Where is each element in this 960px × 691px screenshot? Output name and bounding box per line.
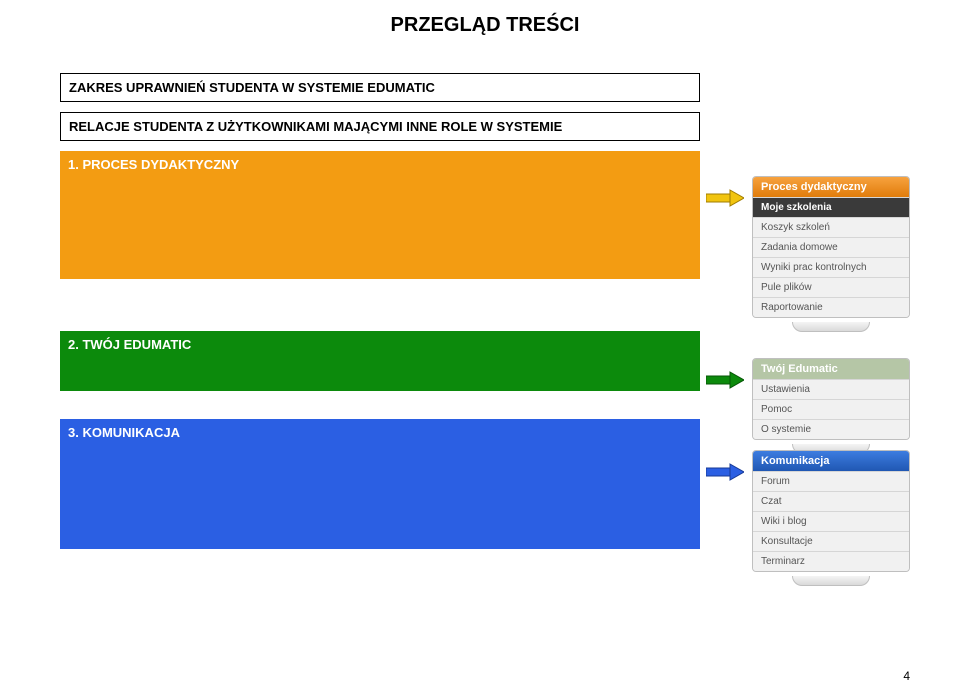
section-3-komunikacja: 3. KOMUNIKACJA [60,419,700,549]
menu-item[interactable]: Moje szkolenia [753,197,909,217]
menu-item[interactable]: Koszyk szkoleń [753,217,909,237]
arrow-to-proces [706,188,744,208]
left-column: ZAKRES UPRAWNIEŃ STUDENTA W SYSTEMIE EDU… [60,73,700,549]
sidebar-panel-proces: Proces dydaktyczny Moje szkolenia Koszyk… [752,176,910,336]
outline-box-2: RELACJE STUDENTA Z UŻYTKOWNIKAMI MAJĄCYM… [60,112,700,141]
panel-header-proces[interactable]: Proces dydaktyczny [753,177,909,197]
menu-item[interactable]: Zadania domowe [753,237,909,257]
menu-item[interactable]: Forum [753,471,909,491]
menu-item[interactable]: Pomoc [753,399,909,419]
sidebar-panel-twoj: Twój Edumatic Ustawienia Pomoc O systemi… [752,358,910,458]
menu-item[interactable]: Wyniki prac kontrolnych [753,257,909,277]
panel-header-twoj[interactable]: Twój Edumatic [753,359,909,379]
page: PRZEGLĄD TREŚCI ZAKRES UPRAWNIEŃ STUDENT… [0,0,960,691]
sidebar-panel-komunikacja: Komunikacja Forum Czat Wiki i blog Konsu… [752,450,910,590]
arrow-to-komunikacja [706,462,744,482]
page-title: PRZEGLĄD TREŚCI [60,14,910,37]
outline-box-1: ZAKRES UPRAWNIEŃ STUDENTA W SYSTEMIE EDU… [60,73,700,102]
panel-handle [792,576,870,586]
menu-item[interactable]: O systemie [753,419,909,439]
panel-handle [792,322,870,332]
menu-item[interactable]: Wiki i blog [753,511,909,531]
menu-item[interactable]: Raportowanie [753,297,909,317]
menu-item[interactable]: Terminarz [753,551,909,571]
page-number: 4 [903,669,910,683]
menu-item[interactable]: Czat [753,491,909,511]
panel-header-komunikacja[interactable]: Komunikacja [753,451,909,471]
menu-item[interactable]: Pule plików [753,277,909,297]
section-1-proces: 1. PROCES DYDAKTYCZNY [60,151,700,279]
menu-item[interactable]: Ustawienia [753,379,909,399]
arrow-to-twoj [706,370,744,390]
section-2-twoj: 2. TWÓJ EDUMATIC [60,331,700,391]
menu-item[interactable]: Konsultacje [753,531,909,551]
